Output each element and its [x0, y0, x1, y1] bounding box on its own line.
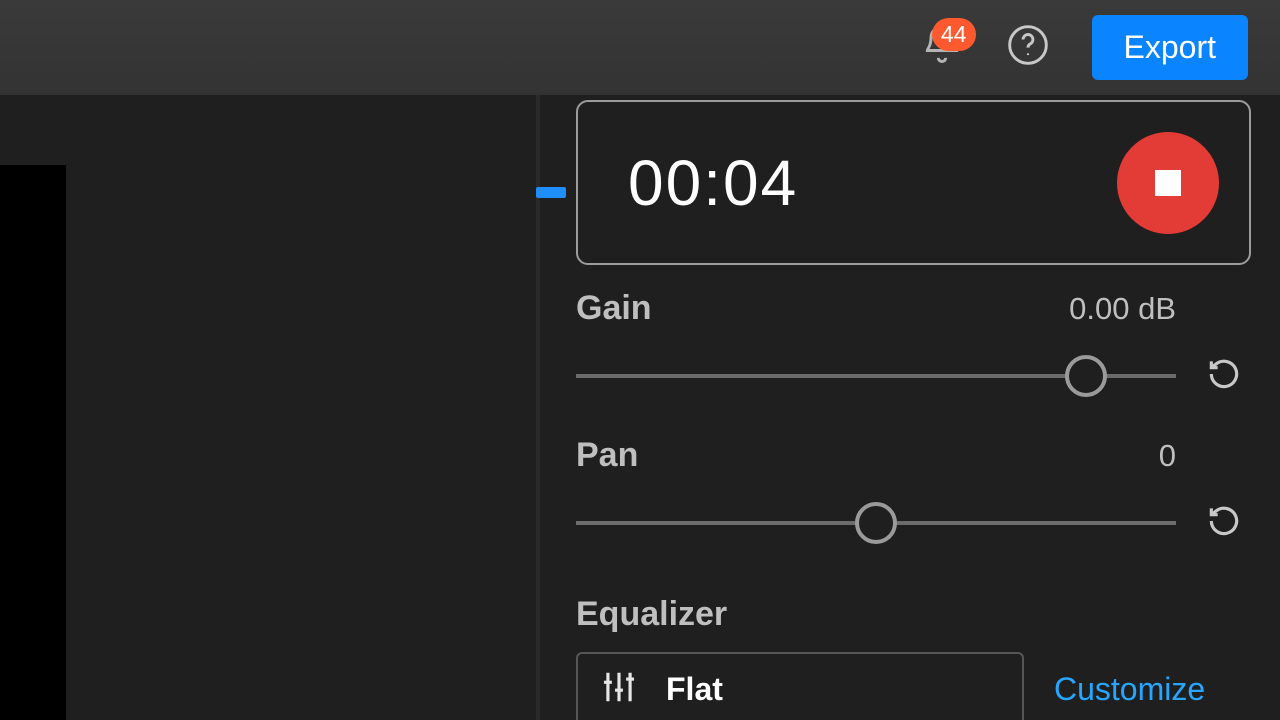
editor-area: 00:04 Gain 0.00 dB: [0, 95, 1280, 720]
equalizer-section: Equalizer: [576, 595, 1256, 720]
gain-reset-button[interactable]: [1204, 356, 1244, 396]
pan-label: Pan: [576, 436, 638, 475]
gain-label: Gain: [576, 289, 652, 328]
equalizer-preset-name: Flat: [666, 671, 723, 708]
gain-slider[interactable]: [576, 363, 1176, 389]
equalizer-icon: [600, 668, 638, 711]
app-root: 44 Export 00:04: [0, 0, 1280, 720]
pan-slider[interactable]: [576, 510, 1176, 536]
help-icon: [1006, 23, 1050, 72]
undo-icon: [1205, 355, 1243, 398]
export-button[interactable]: Export: [1092, 15, 1248, 80]
notifications-button[interactable]: 44: [920, 24, 964, 72]
stop-recording-button[interactable]: [1117, 132, 1219, 234]
notification-badge: 44: [932, 18, 976, 51]
pan-control: Pan 0: [576, 436, 1256, 543]
audio-properties-panel: 00:04 Gain 0.00 dB: [576, 95, 1256, 720]
gain-value: 0.00 dB: [1069, 291, 1176, 327]
undo-icon: [1205, 502, 1243, 545]
pan-value: 0: [1159, 438, 1176, 474]
equalizer-customize-link[interactable]: Customize: [1054, 671, 1205, 708]
gain-control: Gain 0.00 dB: [576, 289, 1256, 396]
pan-reset-button[interactable]: [1204, 503, 1244, 543]
timeline-strip: [0, 165, 66, 720]
playhead-marker[interactable]: [536, 187, 566, 198]
gain-slider-thumb[interactable]: [1065, 355, 1107, 397]
equalizer-label: Equalizer: [576, 595, 1256, 634]
recording-time: 00:04: [628, 146, 798, 220]
stop-icon: [1155, 170, 1181, 196]
equalizer-preset-select[interactable]: Flat: [576, 652, 1024, 720]
top-bar: 44 Export: [0, 0, 1280, 95]
help-button[interactable]: [1006, 26, 1050, 70]
pan-slider-thumb[interactable]: [855, 502, 897, 544]
recorder-card: 00:04: [576, 100, 1251, 265]
